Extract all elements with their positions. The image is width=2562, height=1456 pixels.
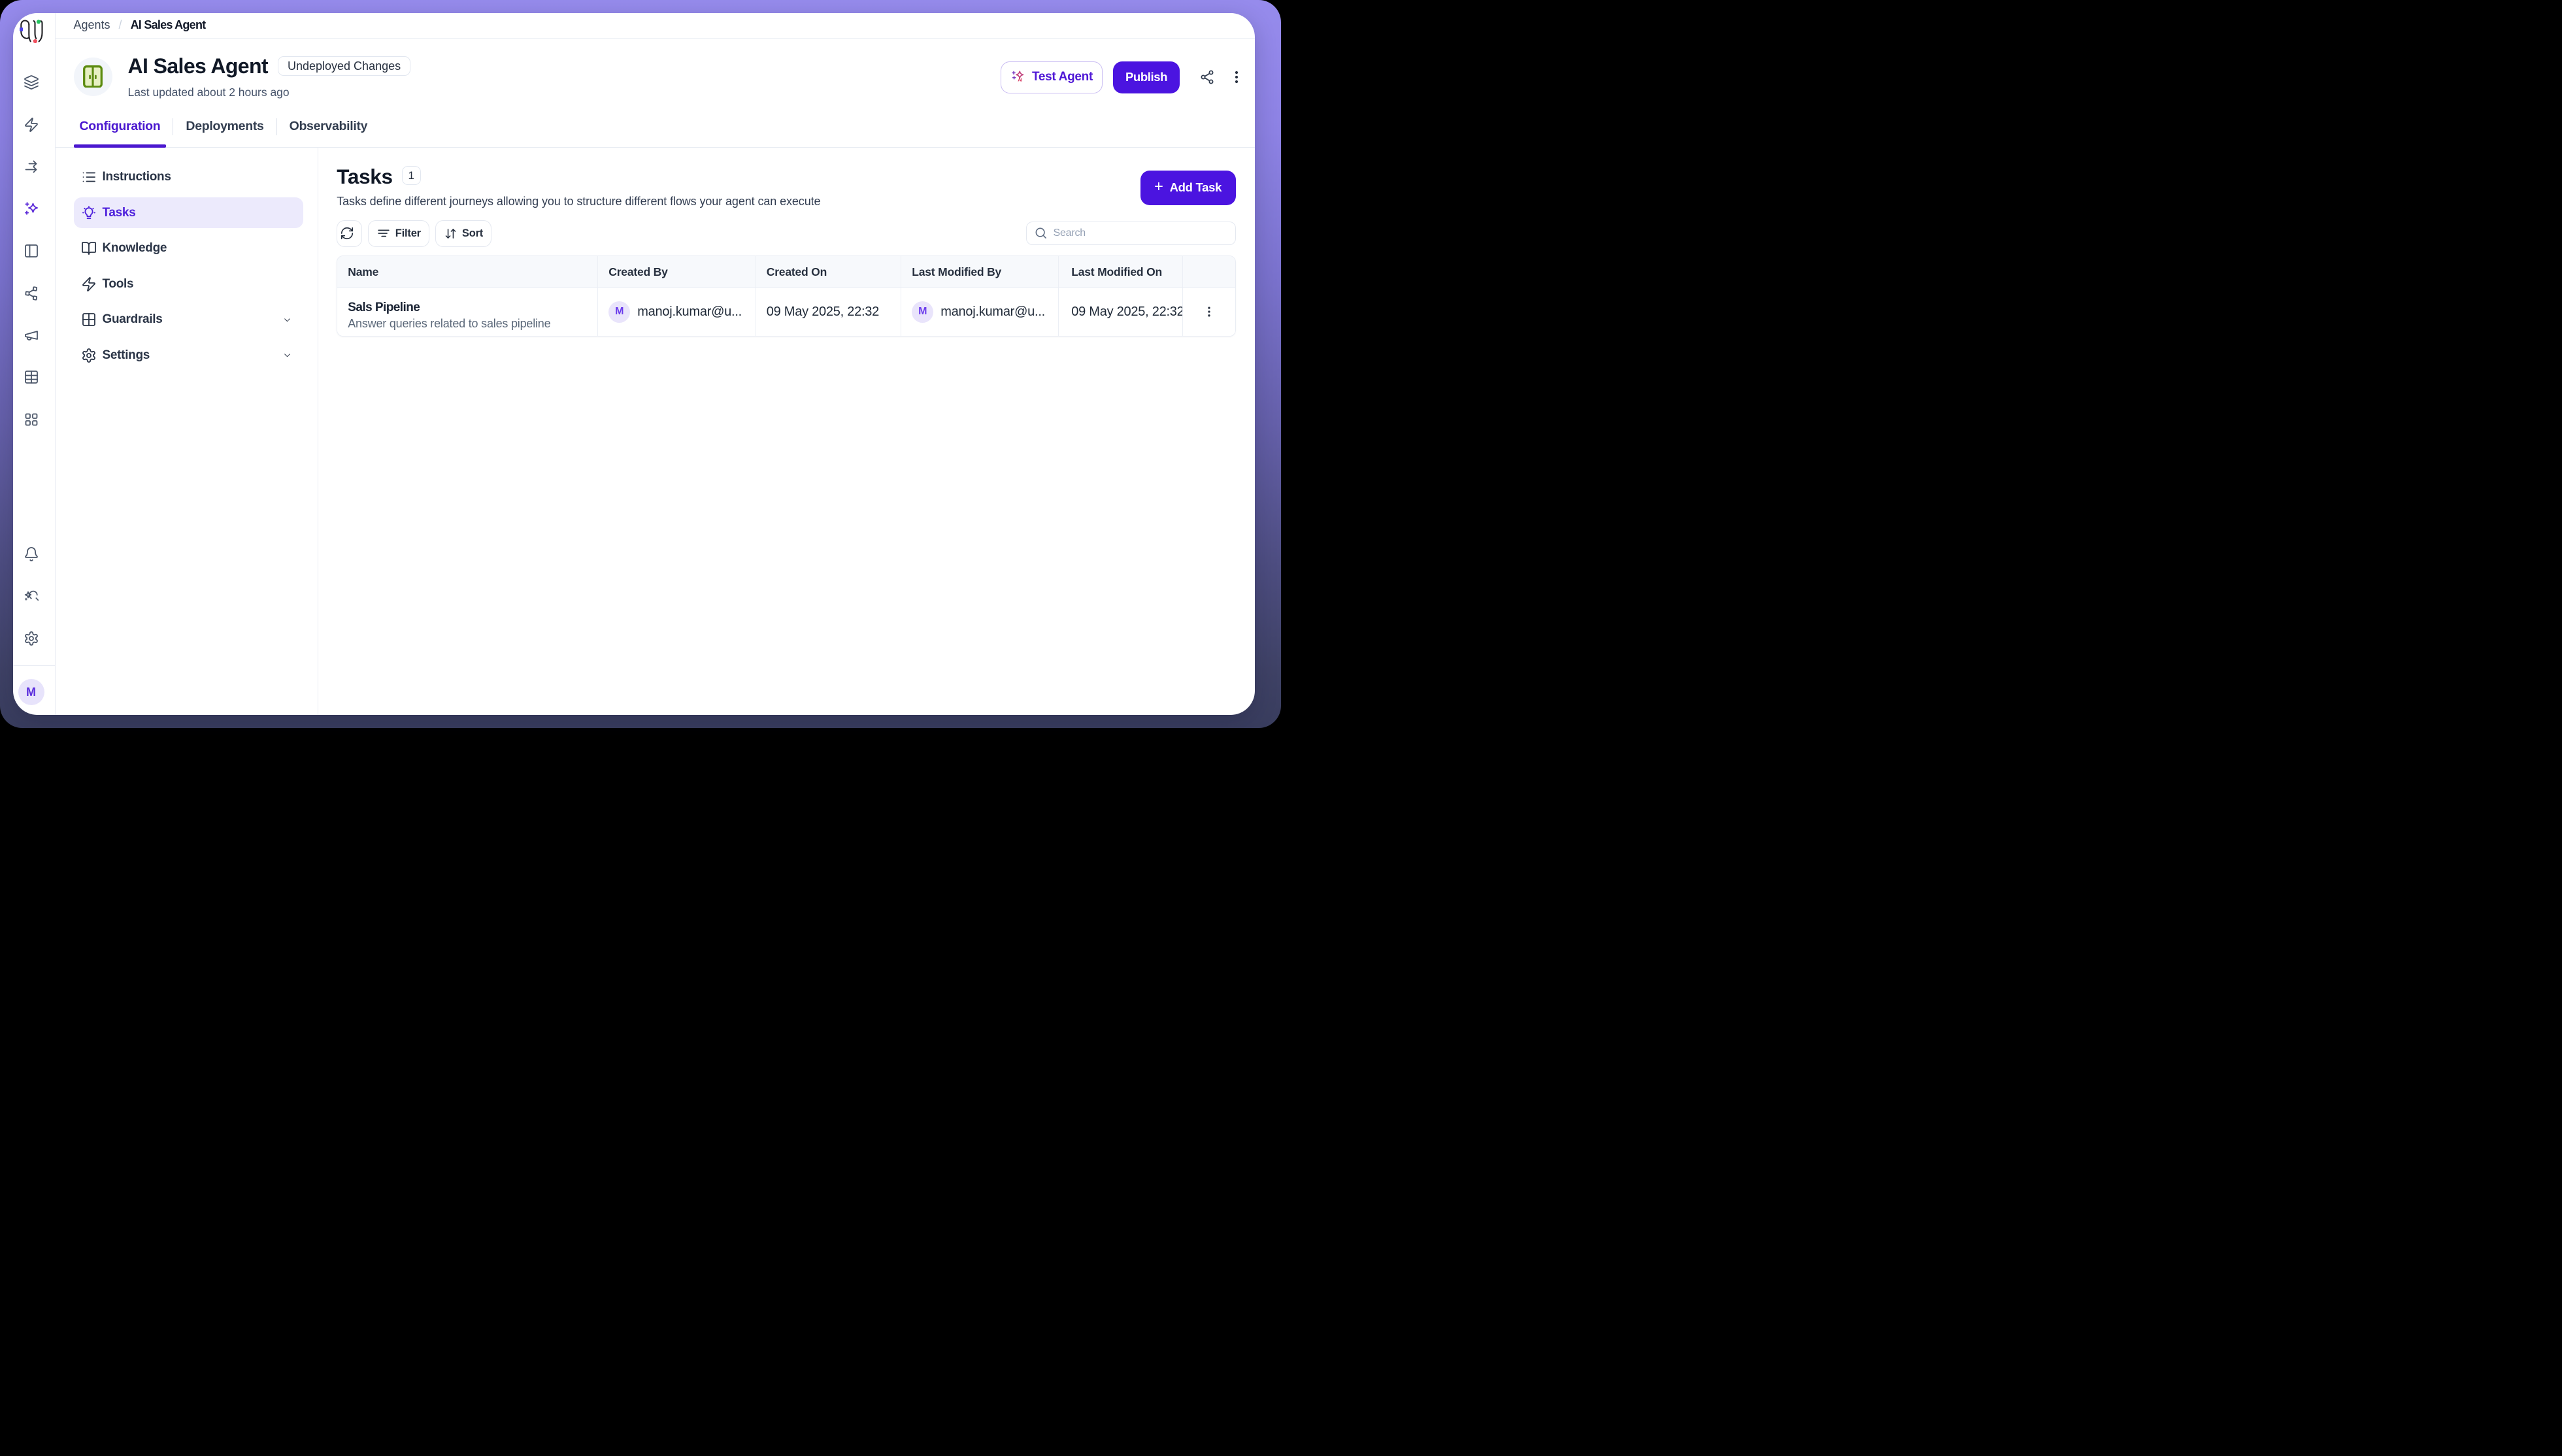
svg-text:AI: AI — [1018, 76, 1022, 82]
